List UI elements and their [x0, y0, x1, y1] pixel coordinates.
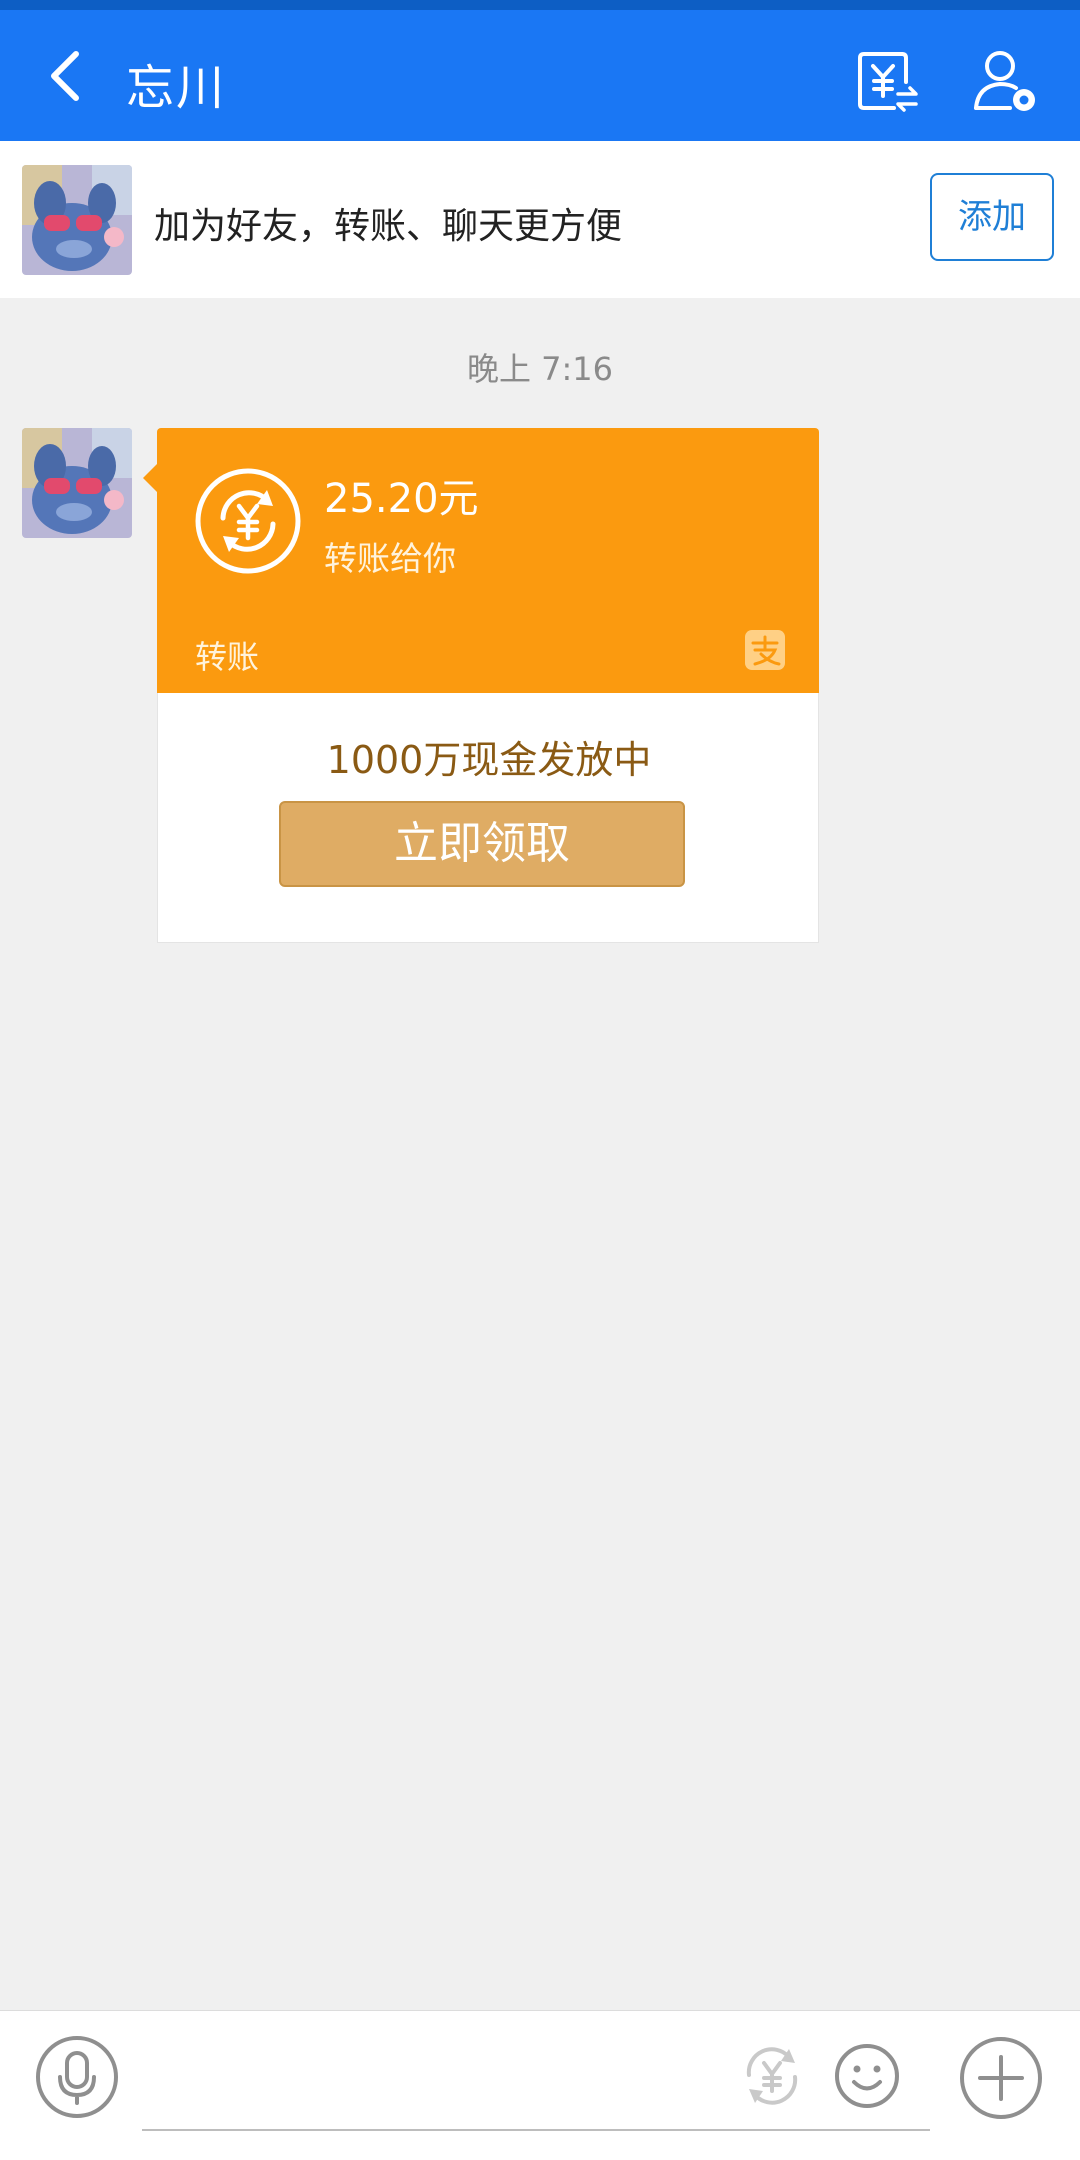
plus-icon — [960, 2037, 1042, 2119]
emoji-icon — [835, 2044, 899, 2108]
transfer-description: 转账给你 — [324, 539, 456, 578]
transfer-shortcut-button[interactable] — [737, 2041, 807, 2111]
message-input-bar — [0, 2010, 1080, 2160]
claim-now-button[interactable]: 立即领取 — [279, 801, 685, 887]
transfer-coin-icon — [195, 468, 301, 574]
yuan-transfer-icon — [858, 52, 918, 112]
profile-settings-button[interactable] — [970, 46, 1040, 116]
transfer-message-card[interactable]: 25.20元 转账给你 转账 1000万现金发放中 立即领取 — [143, 428, 819, 943]
add-friend-prompt: 加为好友，转账、聊天更方便 — [154, 206, 623, 247]
avatar[interactable] — [22, 165, 132, 275]
header-bar: 忘川 — [0, 10, 1080, 141]
add-friend-button[interactable]: 添加 — [930, 173, 1054, 261]
alipay-logo-icon — [745, 630, 785, 670]
transfer-amount: 25.20元 — [324, 476, 479, 522]
status-strip — [0, 0, 1080, 10]
promo-text: 1000万现金发放中 — [326, 738, 652, 782]
emoji-button[interactable] — [832, 2041, 902, 2111]
chevron-left-icon — [51, 51, 79, 101]
voice-input-button[interactable] — [35, 2035, 119, 2119]
back-button[interactable] — [38, 46, 98, 106]
yuan-icon — [746, 2047, 798, 2105]
user-settings-icon — [974, 51, 1035, 111]
transfer-card-header[interactable]: 25.20元 转账给你 转账 — [143, 428, 819, 693]
sender-avatar[interactable] — [22, 428, 132, 538]
transfer-button[interactable] — [852, 46, 922, 116]
add-friend-banner: 加为好友，转账、聊天更方便 添加 — [0, 141, 1080, 298]
microphone-icon — [36, 2036, 118, 2118]
promo-panel: 1000万现金发放中 立即领取 — [157, 693, 819, 943]
more-options-button[interactable] — [958, 2035, 1044, 2121]
message-input[interactable] — [142, 2031, 930, 2131]
page-title: 忘川 — [126, 60, 227, 116]
message-timestamp: 晚上 7:16 — [466, 350, 614, 388]
bubble-tail — [143, 464, 157, 492]
transfer-type-label: 转账 — [195, 638, 260, 676]
